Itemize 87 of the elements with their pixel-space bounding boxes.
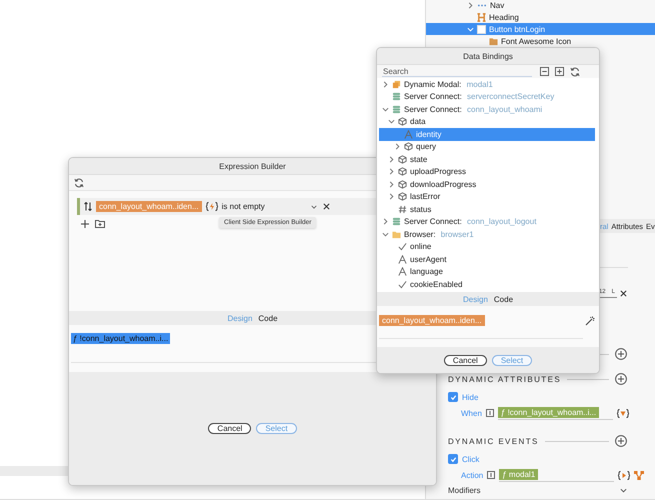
hash-icon — [398, 204, 407, 214]
mode-tab[interactable]: Code — [492, 292, 516, 306]
checkbox[interactable] — [448, 454, 458, 464]
chevron-icon[interactable] — [382, 106, 388, 113]
info-icon[interactable] — [487, 471, 496, 479]
checkmark-icon — [398, 242, 407, 252]
checkmark-icon — [398, 280, 407, 289]
add-icon[interactable] — [615, 435, 627, 447]
tree-item[interactable]: query — [379, 140, 595, 153]
cancel-button[interactable]: Cancel — [208, 423, 252, 434]
tree-item[interactable]: online — [379, 240, 595, 253]
window-title: Data Bindings — [377, 48, 599, 65]
chevron-icon[interactable] — [388, 180, 394, 188]
database-icon — [392, 104, 401, 114]
expression-chip: ƒ modal1 — [499, 468, 538, 480]
cube-icon — [398, 117, 407, 126]
database-icon — [392, 92, 401, 102]
checkbox-label: Hide — [462, 392, 478, 402]
folder-icon — [392, 230, 401, 239]
close-icon[interactable] — [322, 203, 330, 210]
expand-all-icon[interactable] — [555, 67, 564, 76]
add-icon[interactable] — [615, 348, 627, 360]
heading-h-icon — [477, 12, 486, 22]
database-icon — [392, 217, 401, 226]
add-icon[interactable] — [615, 373, 627, 385]
cube-icon — [404, 142, 413, 152]
close-icon[interactable] — [620, 290, 627, 296]
info-icon[interactable] — [486, 409, 494, 417]
outline-item[interactable]: Heading — [426, 11, 655, 23]
cube-icon — [398, 180, 407, 189]
tree-item[interactable]: cookieEnabled — [379, 278, 595, 290]
formatter-icon[interactable] — [618, 470, 630, 480]
expression-chip[interactable]: ƒ !conn_layout_whoam..i... — [71, 333, 170, 344]
magic-wand-icon[interactable] — [585, 316, 595, 326]
section-title: DYNAMIC ATTRIBUTES — [448, 374, 562, 384]
letter-a-icon — [398, 254, 407, 264]
chevron-icon[interactable] — [394, 143, 400, 150]
stacked-pages-icon — [392, 80, 401, 89]
mode-tab[interactable]: Code — [256, 311, 280, 325]
tree-item[interactable]: Server Connect: conn_layout_logout — [379, 216, 595, 228]
outline-item[interactable]: Font Awesome Icon — [426, 35, 655, 47]
add-icon[interactable] — [81, 220, 89, 228]
outline-item[interactable]: Nav — [426, 0, 655, 11]
section-title: Modifiers — [448, 486, 480, 495]
formatter-icon[interactable] — [616, 408, 629, 418]
checkbox-label: Click — [462, 454, 480, 464]
collapse-all-icon[interactable] — [540, 67, 549, 76]
chevron-icon[interactable] — [382, 218, 388, 226]
square-icon — [477, 24, 486, 34]
letter-a-icon — [404, 130, 413, 139]
letter-a-icon — [398, 267, 407, 276]
tree-item[interactable]: Server Connect: conn_layout_whoami — [379, 103, 595, 116]
chevron-icon[interactable] — [382, 80, 388, 88]
search-field[interactable]: Search — [382, 66, 532, 77]
chevron-icon[interactable] — [620, 487, 627, 494]
cube-icon — [398, 154, 407, 164]
cancel-button[interactable]: Cancel — [444, 354, 487, 366]
chevron-icon[interactable] — [388, 156, 394, 163]
tree-item[interactable]: Server Connect: serverconnectSecretKey — [379, 90, 595, 103]
folder-add-icon[interactable] — [95, 220, 105, 228]
operator-select[interactable]: is not empty — [222, 202, 319, 211]
cube-icon — [398, 192, 407, 202]
tree-item[interactable]: Dynamic Modal: modal1 — [379, 78, 595, 90]
sort-icon[interactable] — [84, 202, 92, 211]
formatter-icon[interactable] — [206, 202, 218, 211]
chevron-icon[interactable] — [388, 168, 394, 176]
chevron-icon[interactable] — [382, 230, 388, 238]
tree-item[interactable]: downloadProgress — [379, 178, 595, 190]
flow-icon[interactable] — [634, 470, 644, 480]
field-label: Action — [461, 470, 484, 480]
section-title: DYNAMIC EVENTS — [448, 436, 539, 446]
tree-item[interactable]: language — [379, 266, 595, 278]
tree-item[interactable]: userAgent — [379, 253, 595, 266]
chevron-icon[interactable] — [310, 204, 317, 210]
chevron-icon[interactable] — [388, 193, 394, 200]
chevron-icon[interactable] — [466, 2, 474, 8]
tree-item[interactable]: data — [379, 116, 595, 128]
cube-icon — [398, 167, 407, 176]
tree-item[interactable]: lastError — [379, 190, 595, 203]
checkbox[interactable] — [448, 392, 458, 402]
tree-item[interactable]: status — [379, 203, 595, 216]
chevron-icon[interactable] — [388, 118, 394, 126]
tree-item[interactable]: Browser: browser1 — [379, 228, 595, 240]
field-label: When — [461, 408, 482, 418]
refresh-icon[interactable] — [570, 66, 580, 76]
expression-chip: ƒ !conn_layout_whoam..i... — [498, 406, 600, 418]
refresh-icon[interactable] — [74, 178, 84, 188]
